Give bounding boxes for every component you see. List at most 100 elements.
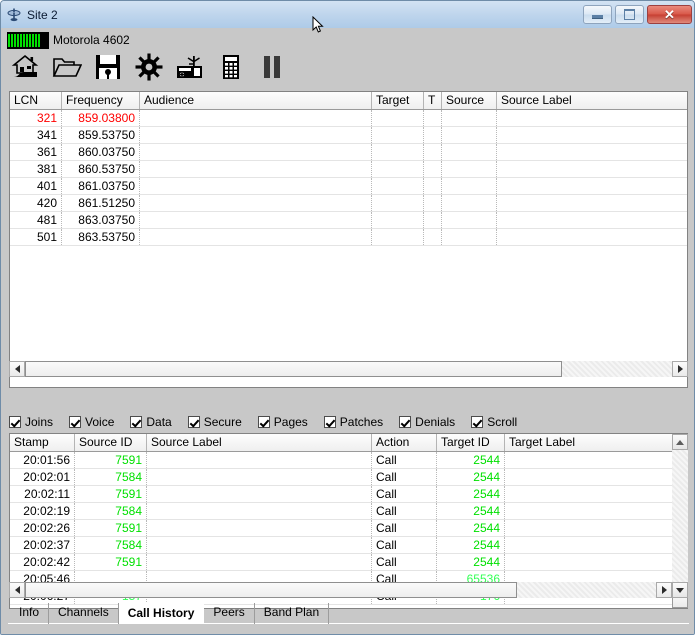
table-row[interactable]: 20:02:11 7591 Call 2544 xyxy=(10,486,687,503)
filter-checkbox-voice[interactable]: Voice xyxy=(69,415,114,429)
cell-frequency: 859.53750 xyxy=(62,127,140,143)
checkbox-icon[interactable] xyxy=(69,415,82,428)
scroll-up-button[interactable] xyxy=(672,434,688,450)
checkbox-icon[interactable] xyxy=(9,415,21,428)
column-header-audience[interactable]: Audience xyxy=(140,92,372,109)
scroll-left-button-2[interactable] xyxy=(9,582,25,598)
filter-checkbox-pages[interactable]: Pages xyxy=(257,414,308,429)
cell-target xyxy=(372,161,424,177)
tab-band-plan[interactable]: Band Plan xyxy=(255,603,330,624)
cell-stamp: 20:02:01 xyxy=(10,469,75,485)
checkbox-icon[interactable] xyxy=(399,415,412,428)
signal-bar xyxy=(26,33,28,47)
cell-target-label xyxy=(505,486,673,502)
table-row[interactable]: 321 859.03800 xyxy=(10,110,687,127)
table-row[interactable]: 401 861.03750 xyxy=(10,178,687,195)
checkbox-icon[interactable] xyxy=(130,415,143,428)
settings-button[interactable] xyxy=(130,49,168,87)
table-row[interactable]: 20:01:56 7591 Call 2544 xyxy=(10,452,687,469)
tab-channels[interactable]: Channels xyxy=(49,603,119,624)
filter-label: Pages xyxy=(273,414,308,429)
table-row[interactable]: 381 860.53750 xyxy=(10,161,687,178)
application-window: Site 2 ✕ Motorola 4602 LCN Frequency Aud… xyxy=(0,0,695,635)
filter-checkbox-patches[interactable]: Patches xyxy=(323,414,384,429)
checkbox-icon[interactable] xyxy=(257,415,270,428)
column-header-target-label[interactable]: Target Label xyxy=(505,434,673,451)
cell-target-label xyxy=(505,469,673,485)
cell-frequency: 861.03750 xyxy=(62,178,140,194)
scroll-thumb-2[interactable] xyxy=(25,582,518,598)
scroll-track[interactable] xyxy=(25,361,672,377)
table-row[interactable]: 20:02:19 7584 Call 2544 xyxy=(10,503,687,520)
chevron-left-icon xyxy=(14,365,20,373)
cell-target-label xyxy=(505,520,673,536)
cell-lcn: 401 xyxy=(10,178,62,194)
tab-info[interactable]: Info xyxy=(10,603,50,624)
cell-frequency: 863.53750 xyxy=(62,229,140,245)
close-button[interactable]: ✕ xyxy=(647,5,692,24)
receiver-button[interactable] xyxy=(171,49,209,87)
close-icon: ✕ xyxy=(664,7,675,22)
scroll-down-button[interactable] xyxy=(672,582,688,598)
filter-checkbox-denials[interactable]: Denials xyxy=(399,415,455,429)
tab-peers[interactable]: Peers xyxy=(204,603,255,624)
column-header-source-label[interactable]: Source Label xyxy=(497,92,687,109)
client-area: Motorola 4602 LCN Frequency Audience Tar… xyxy=(1,28,694,634)
call-history-horizontal-scrollbar[interactable] xyxy=(9,582,672,598)
column-header-t[interactable]: T xyxy=(424,92,442,109)
cell-audience xyxy=(140,161,372,177)
table-row[interactable]: 501 863.53750 xyxy=(10,229,687,246)
cell-target xyxy=(372,178,424,194)
checkbox-icon[interactable] xyxy=(323,415,336,428)
filter-checkbox-scroll[interactable]: Scroll xyxy=(471,415,517,429)
table-row[interactable]: 361 860.03750 xyxy=(10,144,687,161)
table-row[interactable]: 420 861.51250 xyxy=(10,195,687,212)
column-header-target-id[interactable]: Target ID xyxy=(437,434,505,451)
filter-checkbox-secure[interactable]: Secure xyxy=(187,415,242,429)
channels-horizontal-scrollbar[interactable] xyxy=(9,361,688,377)
column-header-lcn[interactable]: LCN xyxy=(10,92,62,109)
filter-checkbox-joins[interactable]: Joins xyxy=(9,415,53,429)
tab-strip: Info Channels Call History Peers Band Plan xyxy=(8,602,689,629)
save-button[interactable] xyxy=(89,49,127,87)
table-row[interactable]: 20:02:01 7584 Call 2544 xyxy=(10,469,687,486)
table-row[interactable]: 20:02:37 7584 Call 2544 xyxy=(10,537,687,554)
toolbar xyxy=(7,49,294,87)
scroll-track-2[interactable] xyxy=(25,582,656,598)
scroll-right-button[interactable] xyxy=(672,361,688,377)
table-row[interactable]: 481 863.03750 xyxy=(10,212,687,229)
maximize-button[interactable] xyxy=(615,5,644,24)
column-header-target[interactable]: Target xyxy=(372,92,424,109)
cell-source-label xyxy=(147,537,372,553)
filter-label: Denials xyxy=(415,414,456,429)
column-header-frequency[interactable]: Frequency xyxy=(62,92,140,109)
filter-checkbox-data[interactable]: Data xyxy=(130,415,172,429)
checkbox-icon[interactable] xyxy=(187,415,200,428)
column-header-source-label[interactable]: Source Label xyxy=(147,434,372,451)
cell-target-id: 2544 xyxy=(437,554,505,570)
device-name: Motorola 4602 xyxy=(53,33,130,47)
cell-lcn: 321 xyxy=(10,110,62,126)
open-button[interactable] xyxy=(48,49,86,87)
column-header-source[interactable]: Source xyxy=(442,92,497,109)
column-header-source-id[interactable]: Source ID xyxy=(75,434,147,451)
home-button[interactable] xyxy=(7,49,45,87)
cell-source xyxy=(442,144,497,160)
table-row[interactable]: 341 859.53750 xyxy=(10,127,687,144)
cell-stamp: 20:02:37 xyxy=(10,537,75,553)
scroll-left-button[interactable] xyxy=(9,361,25,377)
checkbox-icon[interactable] xyxy=(471,415,484,428)
column-header-stamp[interactable]: Stamp xyxy=(10,434,75,451)
scroll-thumb[interactable] xyxy=(25,361,562,377)
minimize-button[interactable] xyxy=(583,5,612,24)
antenna-icon xyxy=(6,7,22,23)
cell-action: Call xyxy=(372,554,437,570)
scroll-right-button-2[interactable] xyxy=(656,582,672,598)
filter-label: Patches xyxy=(339,414,384,429)
table-row[interactable]: 20:02:26 7591 Call 2544 xyxy=(10,520,687,537)
tab-call-history[interactable]: Call History xyxy=(118,602,205,624)
table-row[interactable]: 20:02:42 7591 Call 2544 xyxy=(10,554,687,571)
column-header-action[interactable]: Action xyxy=(372,434,437,451)
keypad-button[interactable] xyxy=(212,49,250,87)
pause-button[interactable] xyxy=(253,49,291,87)
